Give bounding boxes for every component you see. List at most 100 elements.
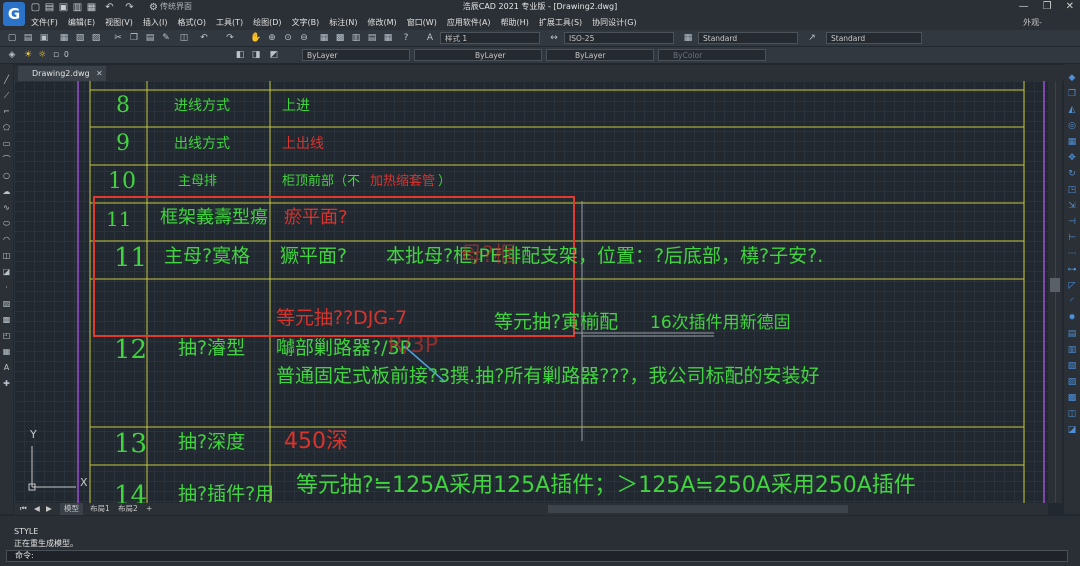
properties-icon[interactable]: ▤ (1066, 328, 1078, 340)
line-icon[interactable]: ╱ (1, 74, 12, 85)
menu-apps[interactable]: 应用软件(A) (442, 16, 496, 29)
tool-palette-icon[interactable]: ▥ (350, 32, 362, 44)
menu-file[interactable]: 文件(F) (26, 16, 63, 29)
preview-icon[interactable]: ▧ (74, 32, 86, 44)
menu-draw[interactable]: 绘图(D) (248, 16, 286, 29)
sheet-set-icon[interactable]: ▤ (366, 32, 378, 44)
save-icon[interactable]: ▣ (38, 32, 50, 44)
menu-window[interactable]: 窗口(W) (402, 16, 442, 29)
join-icon[interactable]: ⊶ (1066, 264, 1078, 276)
zoom-window-icon[interactable]: ⊙ (282, 32, 294, 44)
menu-text[interactable]: 文字(B) (287, 16, 325, 29)
calculator-icon[interactable]: ▦ (382, 32, 394, 44)
minimize-button[interactable]: — (1019, 0, 1029, 14)
circle-icon[interactable]: ○ (1, 170, 12, 181)
revcloud-icon[interactable]: ☁ (1, 186, 12, 197)
tab-layout1[interactable]: 布局1 (86, 503, 114, 515)
mtext-icon[interactable]: A (1, 362, 12, 373)
menu-insert[interactable]: 插入(I) (138, 16, 173, 29)
rotate-icon[interactable]: ↻ (1066, 168, 1078, 180)
horizontal-scroll-thumb[interactable] (548, 505, 848, 513)
tab-drawing2[interactable]: Drawing2.dwg (18, 66, 106, 81)
dim-style-dropdown[interactable]: ISO-25 (564, 32, 674, 44)
design-center-icon[interactable]: ▩ (334, 32, 346, 44)
menu-format[interactable]: 格式(O) (172, 16, 211, 29)
point-icon[interactable]: · (1, 282, 12, 293)
layout-nav-next-icon[interactable]: ▶ (42, 503, 56, 515)
menu-view[interactable]: 视图(V) (100, 16, 138, 29)
linetype-dropdown[interactable]: ByLayer (414, 49, 542, 61)
array-icon[interactable]: ▦ (1066, 136, 1078, 148)
move-icon[interactable]: ✥ (1066, 152, 1078, 164)
menu-dimension[interactable]: 标注(N) (324, 16, 362, 29)
tab-model[interactable]: 模型 (60, 503, 83, 515)
layer-manager-icon[interactable]: ◈ (6, 49, 18, 61)
quick-select-icon[interactable]: ▨ (1066, 376, 1078, 388)
vertical-scroll-thumb[interactable] (1050, 278, 1060, 292)
stretch-icon[interactable]: ⇲ (1066, 200, 1078, 212)
hatch-icon[interactable]: ▨ (1, 298, 12, 309)
redo-icon[interactable]: ↷ (224, 32, 236, 44)
mleader-style-dropdown[interactable]: Standard (826, 32, 922, 44)
polygon-icon[interactable]: ⬠ (1, 122, 12, 133)
tab-layout2[interactable]: 布局2 (114, 503, 142, 515)
group-icon[interactable]: ▩ (1066, 392, 1078, 404)
make-block-icon[interactable]: ◪ (1, 266, 12, 277)
layout-nav-first-icon[interactable]: ⏮ (16, 503, 31, 515)
new-icon[interactable]: ▢ (6, 32, 18, 44)
offset-icon[interactable]: ◎ (1066, 120, 1078, 132)
maximize-button[interactable]: ❐ (1043, 0, 1052, 14)
lineweight-dropdown[interactable]: ByLayer (546, 49, 654, 61)
explode-icon[interactable]: ✸ (1066, 312, 1078, 324)
help-icon[interactable]: ? (400, 32, 412, 44)
publish-icon[interactable]: ▨ (90, 32, 102, 44)
text-style-dropdown[interactable]: 样式 1 (440, 32, 540, 44)
match-properties-icon[interactable]: ▥ (1066, 344, 1078, 356)
pan-icon[interactable]: ✋ (250, 32, 262, 44)
extend-icon[interactable]: ⊢ (1066, 232, 1078, 244)
table-icon[interactable]: ▦ (1, 346, 12, 357)
layer-states-icon[interactable]: ◩ (268, 49, 280, 61)
menu-edit[interactable]: 编辑(E) (63, 16, 100, 29)
menu-collab[interactable]: 协同设计(G) (587, 16, 641, 29)
trim-icon[interactable]: ⊣ (1066, 216, 1078, 228)
open-icon[interactable]: ▤ (22, 32, 34, 44)
make-current-layer-icon[interactable]: ◧ (234, 49, 246, 61)
copy-object-icon[interactable]: ❐ (1066, 88, 1078, 100)
layer-isolate-icon[interactable]: ▧ (1066, 360, 1078, 372)
zoom-previous-icon[interactable]: ⊖ (298, 32, 310, 44)
ellipse-arc-icon[interactable]: ◠ (1, 234, 12, 245)
table-style-dropdown[interactable]: Standard (698, 32, 798, 44)
plotstyle-dropdown[interactable]: ByColor (658, 49, 766, 61)
mirror-icon[interactable]: ◭ (1066, 104, 1078, 116)
menu-extend-tools[interactable]: 扩展工具(S) (534, 16, 587, 29)
spline-icon[interactable]: ∿ (1, 202, 12, 213)
scale-icon[interactable]: ◳ (1066, 184, 1078, 196)
break-icon[interactable]: ⋯ (1066, 248, 1078, 260)
insert-block-icon[interactable]: ◫ (1, 250, 12, 261)
rectangle-icon[interactable]: ▭ (1, 138, 12, 149)
match-prop-icon[interactable]: ✎ (160, 32, 172, 44)
drawing-canvas[interactable]: Y X 8 进线方式 上进 9 出线方式 上出线 10 主母排 柜顶前部（不 加… (14, 81, 1048, 503)
ellipse-icon[interactable]: ⬭ (1, 218, 12, 229)
layer-dropdown[interactable]: 0 (60, 49, 230, 61)
layer-previous-icon[interactable]: ◨ (250, 49, 262, 61)
layer-on-icon[interactable]: ☀ (22, 49, 34, 61)
polyline-icon[interactable]: ⌐ (1, 106, 12, 117)
add-selected-icon[interactable]: ✚ (1, 378, 12, 389)
copy-icon[interactable]: ❐ (128, 32, 140, 44)
command-input[interactable]: 命令: (6, 550, 1068, 562)
color-dropdown[interactable]: ByLayer (302, 49, 410, 61)
arc-icon[interactable]: ⌒ (1, 154, 12, 165)
chamfer-icon[interactable]: ◸ (1066, 280, 1078, 292)
undo-icon[interactable]: ↶ (198, 32, 210, 44)
paste-icon[interactable]: ▤ (144, 32, 156, 44)
close-tab-icon[interactable]: ✕ (96, 66, 103, 81)
ungroup-icon[interactable]: ◫ (1066, 408, 1078, 420)
menu-modify[interactable]: 修改(M) (363, 16, 402, 29)
measure-icon[interactable]: ◪ (1066, 424, 1078, 436)
tab-add-layout[interactable]: + (142, 503, 156, 515)
menu-tools[interactable]: 工具(T) (211, 16, 248, 29)
appearance-label[interactable]: 外观- (1023, 16, 1042, 29)
close-button[interactable]: ✕ (1066, 0, 1074, 14)
